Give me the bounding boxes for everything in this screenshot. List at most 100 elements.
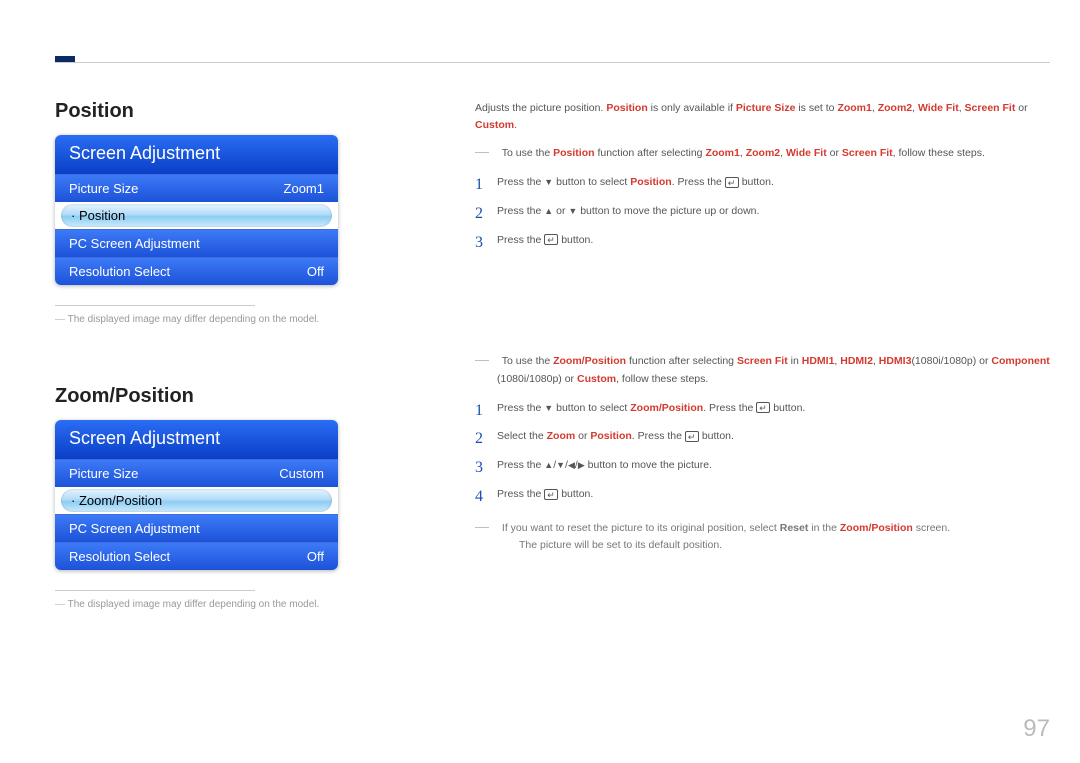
t: or [575,430,590,442]
t: Press the [497,402,544,414]
menu-row-resolution-select[interactable]: Resolution Select Off [55,257,338,285]
menu-value: Zoom1 [284,181,324,196]
down-icon [568,204,577,218]
section-title-position: Position [55,100,345,123]
menu-value: Custom [279,466,324,481]
t: Position [590,430,631,442]
menu-label: Picture Size [69,181,138,196]
t: . Press the [703,402,756,414]
t: Zoom1 [705,147,739,159]
menu-label: Position [71,208,125,223]
menu-row-resolution-select[interactable]: Resolution Select Off [55,542,338,570]
t: Screen Fit [965,102,1016,114]
menu-value: Off [307,549,324,564]
t: Custom [577,373,616,385]
menu-label: Picture Size [69,466,138,481]
t: function after selecting [595,147,706,159]
t: Zoom [547,430,576,442]
menu-row-picture-size[interactable]: Picture Size Custom [55,459,338,487]
t: Wide Fit [918,102,959,114]
t: (1080i/1080p) or [497,373,577,385]
menu-row-position[interactable]: Position [61,204,332,227]
header-rule [55,62,1050,63]
t: To use the [502,355,553,367]
t: Zoom/Position [553,355,626,367]
t: Zoom1 [837,102,871,114]
position-description: Adjusts the picture position. Position i… [465,100,1050,248]
step-1: Press the button to select Position. Pre… [475,174,1050,191]
page-content: Position Screen Adjustment Picture Size … [0,0,1080,670]
down-icon [556,458,565,472]
menu-row-zoom-position[interactable]: Zoom/Position [61,489,332,512]
menu-label: PC Screen Adjustment [69,521,200,536]
t: Press the [497,205,544,217]
t: is set to [795,102,837,114]
menu-screen-adjustment-1: Screen Adjustment Picture Size Zoom1 Pos… [55,135,338,285]
right-column: Adjusts the picture position. Position i… [465,100,1050,670]
model-note: The displayed image may differ depending… [55,599,345,610]
step-4: Press the button. [475,486,1050,503]
right-icon [578,458,585,472]
t: Press the [497,459,544,471]
zoom-position-description: To use the Zoom/Position function after … [465,348,1050,554]
step-2: Select the Zoom or Position. Press the b… [475,428,1050,445]
enter-icon [756,402,770,413]
t: Adjusts the picture position. [475,102,606,114]
t: button. [770,402,805,414]
steps-list: Press the button to select Position. Pre… [465,174,1050,248]
t: Zoom/Position [840,522,913,534]
menu-label: Resolution Select [69,264,170,279]
divider [55,590,255,591]
intro-text: Adjusts the picture position. Position i… [465,100,1050,134]
t: Screen Fit [842,147,893,159]
model-note: The displayed image may differ depending… [55,314,345,325]
step-3: Press the button. [475,232,1050,249]
t: is only available if [648,102,736,114]
t: button. [558,488,593,500]
t: Reset [780,522,809,534]
t: Position [630,176,671,188]
t: Picture Size [736,102,796,114]
left-column: Position Screen Adjustment Picture Size … [55,100,345,670]
t: function after selecting [626,355,737,367]
menu-header: Screen Adjustment [55,135,338,174]
t: button to move the picture. [585,459,712,471]
t: Position [553,147,594,159]
t: Wide Fit [786,147,827,159]
menu-label: Zoom/Position [71,493,162,508]
steps-list: Press the button to select Zoom/Position… [465,400,1050,503]
menu-screen-adjustment-2: Screen Adjustment Picture Size Custom Zo… [55,420,338,570]
menu-row-pc-screen-adjustment[interactable]: PC Screen Adjustment [55,229,338,257]
menu-label: Resolution Select [69,549,170,564]
menu-row-picture-size[interactable]: Picture Size Zoom1 [55,174,338,202]
t: Zoom2 [746,147,780,159]
t: . Press the [672,176,725,188]
t: , follow these steps. [616,373,708,385]
t: in [788,355,802,367]
section-zoom-position: Zoom/Position Screen Adjustment Picture … [55,385,345,610]
section-title-zoom-position: Zoom/Position [55,385,345,408]
t: Press the [497,488,544,500]
t: . [514,119,517,131]
menu-label: PC Screen Adjustment [69,236,200,251]
divider [55,305,255,306]
t: button. [739,176,774,188]
t: , follow these steps. [893,147,985,159]
menu-header: Screen Adjustment [55,420,338,459]
up-icon [544,204,553,218]
t: Select the [497,430,547,442]
enter-icon [544,489,558,500]
page-number: 97 [1023,715,1050,743]
t: button to select [553,176,630,188]
t: Press the [497,234,544,246]
t: Position [606,102,647,114]
left-icon [568,458,575,472]
enter-icon [725,177,739,188]
step-2: Press the or button to move the picture … [475,203,1050,220]
t: To use the [502,147,553,159]
down-icon [544,175,553,189]
t: in the [808,522,840,534]
menu-row-pc-screen-adjustment[interactable]: PC Screen Adjustment [55,514,338,542]
step-3: Press the /// button to move the picture… [475,457,1050,474]
t: The picture will be set to its default p… [519,539,722,551]
